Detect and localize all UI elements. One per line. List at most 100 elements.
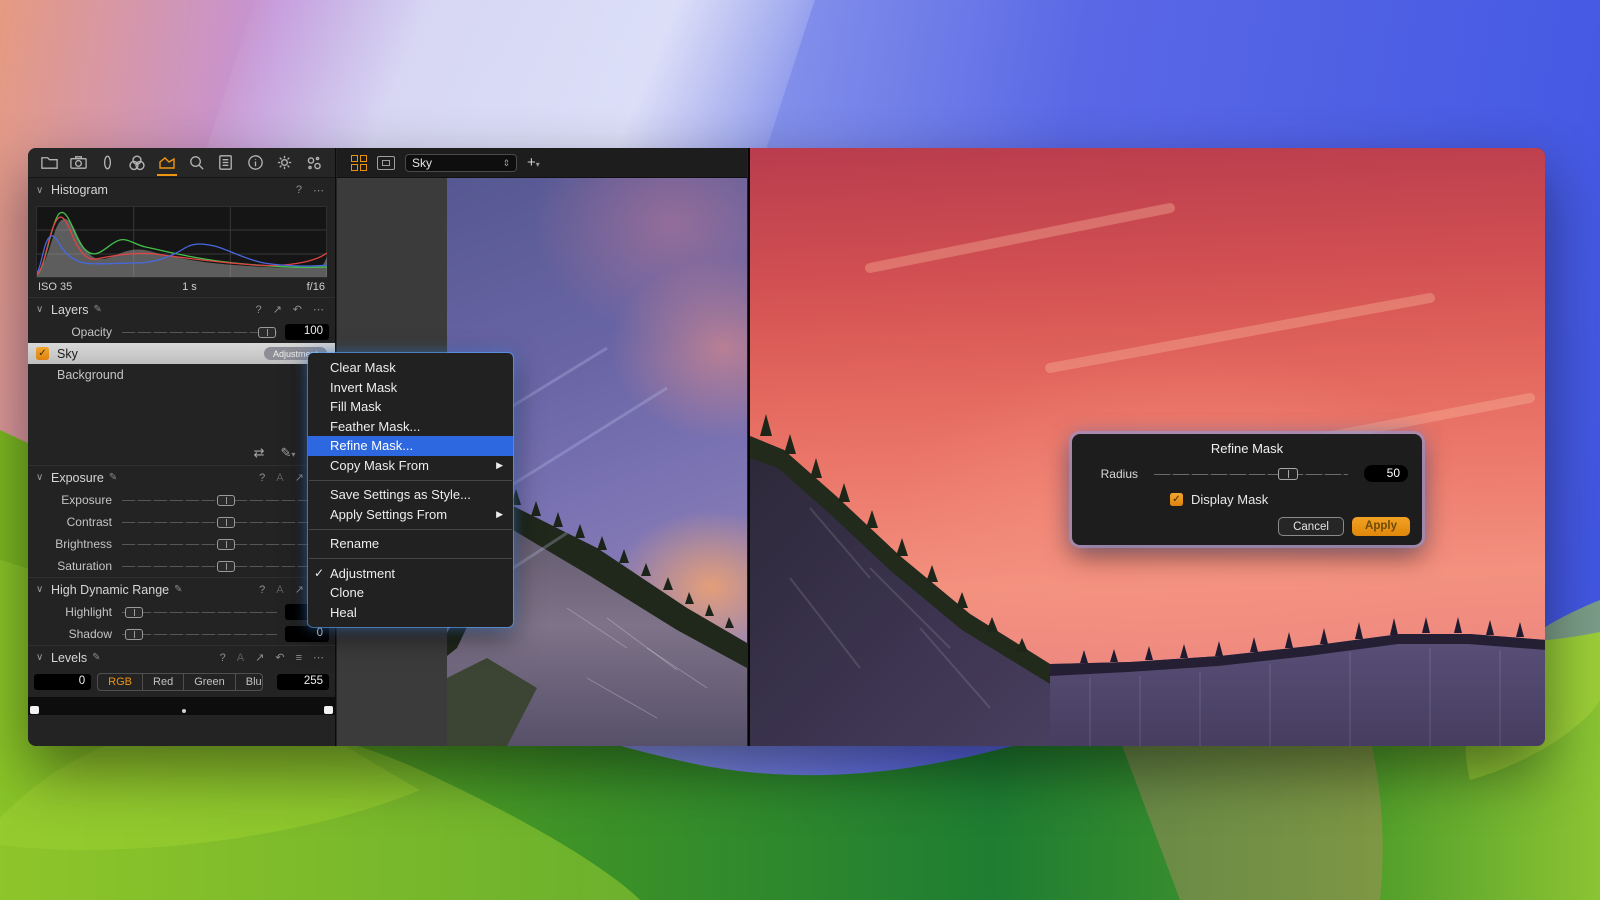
add-mask-button[interactable]: +▾ bbox=[527, 154, 540, 171]
display-mask-checkbox[interactable]: ✓ bbox=[1170, 493, 1183, 506]
menu-item-copy-mask-from[interactable]: Copy Mask From ▶ bbox=[308, 456, 513, 476]
menu-item-clone[interactable]: Clone bbox=[308, 583, 513, 603]
exposure-slider[interactable] bbox=[122, 495, 329, 506]
grid-view-icon[interactable] bbox=[351, 155, 367, 171]
help-icon[interactable]: ? bbox=[217, 652, 229, 664]
brightness-slider-row: Brightness bbox=[28, 533, 335, 555]
menu-item-rename[interactable]: Rename bbox=[308, 534, 513, 554]
adjustments-mask-icon[interactable] bbox=[156, 150, 178, 176]
levels-max-value[interactable]: 255 bbox=[277, 674, 329, 690]
expand-icon[interactable]: ↗ bbox=[292, 471, 307, 484]
menu-item-clear-mask[interactable]: Clear Mask bbox=[308, 358, 513, 378]
viewer-toolbar: Sky ⇕ +▾ bbox=[337, 148, 747, 178]
menu-item-feather-mask[interactable]: Feather Mask... bbox=[308, 417, 513, 437]
hdr-section-header[interactable]: ∨ High Dynamic Range ✎ ? A ↗ ↶ bbox=[28, 577, 335, 601]
layer-row-background[interactable]: Background bbox=[28, 364, 335, 385]
menu-item-adjustment[interactable]: ✓ Adjustment bbox=[308, 564, 513, 584]
saturation-slider[interactable] bbox=[122, 561, 329, 572]
hdr-title: High Dynamic Range bbox=[51, 583, 169, 597]
info-icon[interactable] bbox=[244, 150, 266, 176]
expand-icon[interactable]: ↗ bbox=[292, 583, 307, 596]
menu-item-apply-settings-from[interactable]: Apply Settings From ▶ bbox=[308, 505, 513, 525]
layer-row-sky[interactable]: ✓ Sky Adjustment bbox=[28, 343, 335, 364]
menu-lines-icon[interactable]: ≡ bbox=[293, 652, 305, 664]
more-options-icon[interactable]: ⋯ bbox=[310, 651, 327, 664]
help-icon[interactable]: ? bbox=[252, 304, 264, 316]
channel-green[interactable]: Green bbox=[184, 674, 236, 690]
reset-icon[interactable]: ↶ bbox=[272, 651, 287, 664]
menu-item-heal[interactable]: Heal bbox=[308, 603, 513, 623]
viewer-mode-icon[interactable] bbox=[377, 156, 395, 170]
auto-adjust-icon[interactable]: A bbox=[273, 472, 286, 484]
shadow-slider-row: Shadow 0 bbox=[28, 623, 335, 645]
cancel-button[interactable]: Cancel bbox=[1278, 517, 1344, 536]
metadata-list-icon[interactable] bbox=[215, 150, 237, 176]
color-wheels-icon[interactable] bbox=[126, 150, 148, 176]
menu-item-refine-mask[interactable]: Refine Mask... bbox=[308, 436, 513, 456]
capture-camera-icon[interactable] bbox=[67, 150, 89, 176]
levels-midtone-handle[interactable] bbox=[182, 709, 186, 713]
slider-label: Exposure bbox=[34, 493, 122, 507]
levels-histogram-strip bbox=[28, 697, 335, 715]
layer-name: Background bbox=[57, 368, 124, 382]
radius-value[interactable]: 50 bbox=[1364, 465, 1408, 482]
edit-pencil-icon: ✎ bbox=[92, 652, 100, 663]
tool-panel: ∨ Histogram ? ⋯ ISO 35 1 s f/16 bbox=[28, 148, 336, 746]
settings-gear-icon[interactable] bbox=[274, 150, 296, 176]
slider-label: Shadow bbox=[34, 627, 122, 641]
histogram-section-header[interactable]: ∨ Histogram ? ⋯ bbox=[28, 178, 335, 202]
shadow-slider[interactable] bbox=[122, 629, 277, 640]
apply-button[interactable]: Apply bbox=[1352, 517, 1410, 536]
levels-highlight-handle[interactable] bbox=[324, 706, 333, 714]
brush-icon[interactable]: ✎▾ bbox=[280, 445, 295, 461]
expand-icon[interactable]: ↗ bbox=[270, 303, 285, 316]
zoom-search-icon[interactable] bbox=[185, 150, 207, 176]
edit-pencil-icon: ✎ bbox=[174, 584, 182, 595]
help-icon[interactable]: ? bbox=[293, 184, 305, 196]
menu-item-invert-mask[interactable]: Invert Mask bbox=[308, 378, 513, 398]
contrast-slider-row: Contrast bbox=[28, 511, 335, 533]
channel-segmented-control: RGB Red Green Blue bbox=[97, 673, 263, 691]
help-icon[interactable]: ? bbox=[256, 584, 268, 596]
levels-min-value[interactable]: 0 bbox=[34, 674, 91, 690]
exposure-section-header[interactable]: ∨ Exposure ✎ ? A ↗ ↶ bbox=[28, 465, 335, 489]
reset-icon[interactable]: ↶ bbox=[290, 303, 305, 316]
auto-adjust-icon[interactable]: A bbox=[273, 584, 286, 596]
more-options-icon[interactable]: ⋯ bbox=[310, 184, 327, 197]
levels-shadow-handle[interactable] bbox=[30, 706, 39, 714]
compare-icon[interactable]: ⇄ bbox=[254, 445, 265, 461]
layer-tools-row: ⇄ ✎▾ +▾ bbox=[28, 441, 335, 465]
library-folder-icon[interactable] bbox=[38, 150, 60, 176]
levels-section-header[interactable]: ∨ Levels ✎ ? A ↗ ↶ ≡ ⋯ bbox=[28, 645, 335, 669]
layer-checkbox[interactable]: ✓ bbox=[36, 347, 49, 360]
opacity-value[interactable]: 100 bbox=[285, 324, 329, 340]
brightness-slider[interactable] bbox=[122, 539, 329, 550]
menu-item-save-settings-style[interactable]: Save Settings as Style... bbox=[308, 485, 513, 505]
layers-section-header[interactable]: ∨ Layers ✎ ? ↗ ↶ ⋯ bbox=[28, 297, 335, 321]
dialog-buttons: Cancel Apply bbox=[1072, 507, 1422, 536]
menu-item-fill-mask[interactable]: Fill Mask bbox=[308, 397, 513, 417]
highlight-slider[interactable] bbox=[122, 607, 277, 618]
more-options-icon[interactable]: ⋯ bbox=[310, 303, 327, 316]
levels-controls-row: 0 RGB Red Green Blue 255 bbox=[28, 669, 335, 695]
channel-red[interactable]: Red bbox=[143, 674, 184, 690]
chevron-down-icon: ∨ bbox=[36, 652, 46, 663]
mask-layer-select[interactable]: Sky ⇕ bbox=[405, 154, 517, 172]
process-gears-icon[interactable] bbox=[303, 150, 325, 176]
menu-separator bbox=[309, 558, 512, 559]
opacity-slider[interactable] bbox=[122, 327, 277, 338]
help-icon[interactable]: ? bbox=[256, 472, 268, 484]
opacity-row: Opacity 100 bbox=[28, 321, 335, 343]
edit-pencil-icon: ✎ bbox=[109, 472, 117, 483]
radius-slider[interactable] bbox=[1154, 468, 1348, 480]
channel-blue[interactable]: Blue bbox=[236, 674, 264, 690]
expand-icon[interactable]: ↗ bbox=[252, 651, 267, 664]
lens-icon[interactable] bbox=[97, 150, 119, 176]
aperture-value: f/16 bbox=[307, 281, 325, 293]
auto-adjust-icon[interactable]: A bbox=[234, 652, 247, 664]
channel-rgb[interactable]: RGB bbox=[98, 674, 143, 690]
refine-mask-dialog: Refine Mask Radius 50 ✓ Display Mask Can… bbox=[1072, 434, 1422, 545]
contrast-slider[interactable] bbox=[122, 517, 329, 528]
submenu-arrow-icon: ▶ bbox=[496, 456, 503, 476]
shadow-value[interactable]: 0 bbox=[285, 626, 329, 642]
